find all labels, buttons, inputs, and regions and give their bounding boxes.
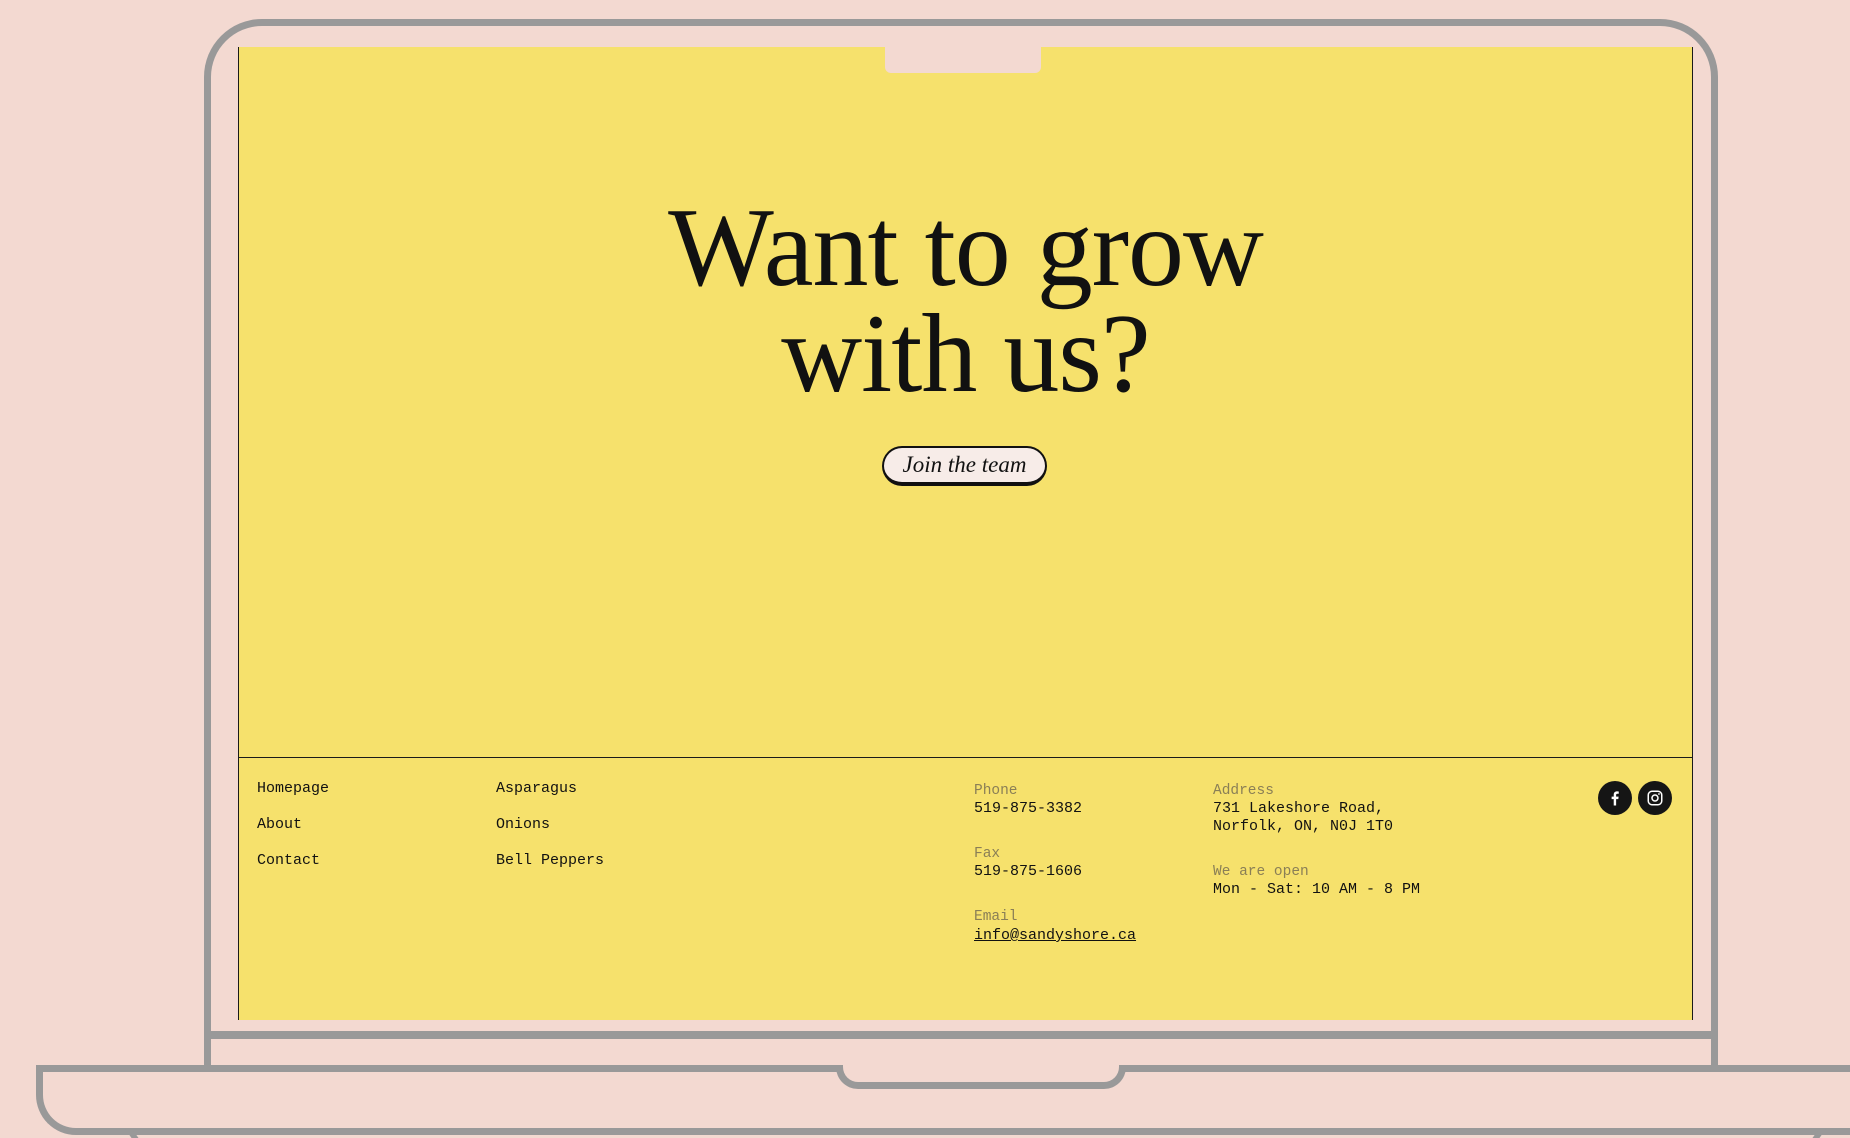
instagram-link[interactable] — [1638, 781, 1672, 815]
fax-info: Fax 519-875-1606 — [974, 845, 1082, 881]
hours-info: We are open Mon - Sat: 10 AM - 8 PM — [1213, 863, 1420, 899]
footer-link-about[interactable]: About — [257, 815, 329, 851]
laptop-screen: Want to grow with us? Join the team Home… — [238, 47, 1693, 1020]
join-team-button[interactable]: Join the team — [882, 446, 1047, 486]
footer-nav-products: Asparagus Onions Bell Peppers — [496, 779, 604, 887]
laptop-hinge — [204, 1031, 1718, 1039]
facebook-link[interactable] — [1598, 781, 1632, 815]
footer-link-contact[interactable]: Contact — [257, 851, 329, 887]
footer-link-bell-peppers[interactable]: Bell Peppers — [496, 851, 604, 887]
hero-title: Want to grow with us? — [239, 192, 1692, 410]
hours-label: We are open — [1213, 864, 1309, 880]
hero-title-line-2: with us? — [781, 292, 1150, 416]
footer-link-onions[interactable]: Onions — [496, 815, 604, 851]
email-link[interactable]: info@sandyshore.ca — [974, 927, 1136, 944]
phone-value: 519-875-3382 — [974, 800, 1083, 817]
facebook-icon — [1611, 791, 1619, 806]
instagram-icon — [1647, 790, 1663, 806]
camera-notch — [885, 47, 1041, 73]
phone-label: Phone — [974, 783, 1018, 799]
address-label: Address — [1213, 783, 1274, 799]
email-info: Email info@sandyshore.ca — [974, 908, 1136, 945]
email-label: Email — [974, 909, 1018, 925]
site-footer: Homepage About Contact Asparagus Onions … — [239, 757, 1692, 1020]
footer-link-asparagus[interactable]: Asparagus — [496, 779, 604, 815]
hours-value: Mon - Sat: 10 AM - 8 PM — [1213, 881, 1421, 898]
address-info: Address 731 Lakeshore Road, Norfolk, ON,… — [1213, 782, 1393, 836]
phone-info: Phone 519-875-3382 — [974, 782, 1082, 818]
footer-nav-primary: Homepage About Contact — [257, 779, 329, 887]
fax-label: Fax — [974, 846, 1001, 862]
address-line-2: Norfolk, ON, N0J 1T0 — [1213, 818, 1394, 835]
footer-link-homepage[interactable]: Homepage — [257, 779, 329, 815]
address-line-1: 731 Lakeshore Road, — [1213, 800, 1385, 817]
laptop-base-notch — [836, 1065, 1126, 1089]
fax-value: 519-875-1606 — [974, 863, 1083, 880]
